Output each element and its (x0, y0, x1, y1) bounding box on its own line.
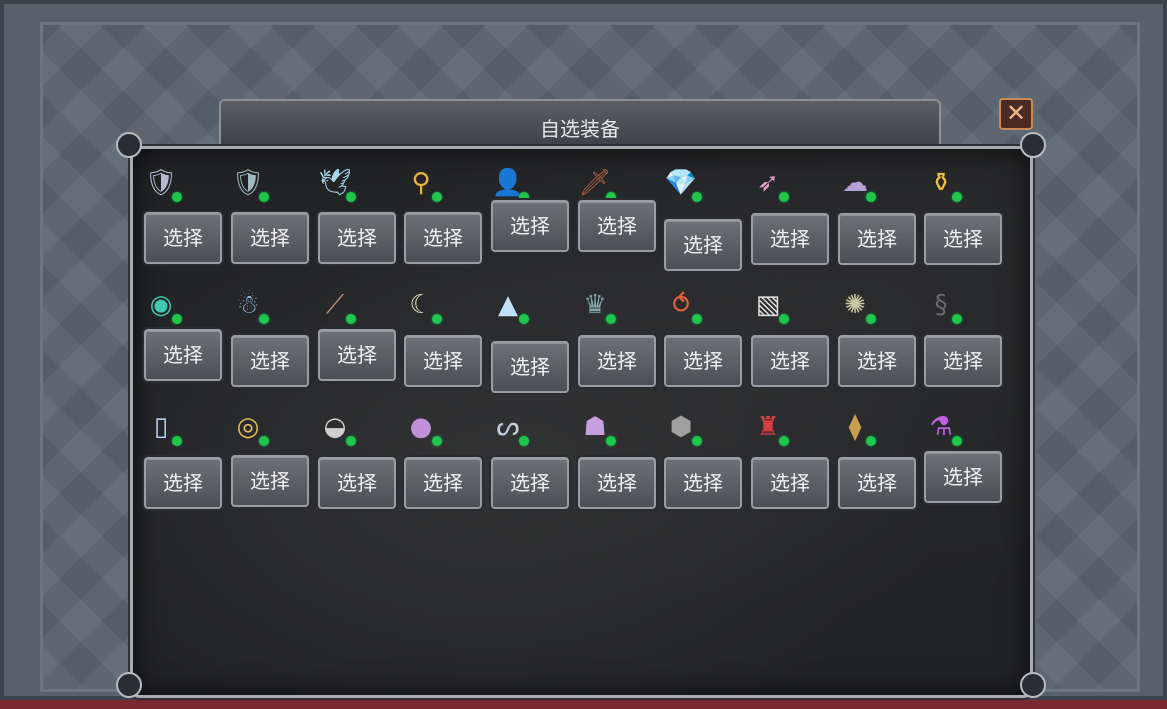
select-button[interactable]: 选择 (318, 457, 396, 509)
available-indicator (606, 314, 616, 324)
corner-ornament (1020, 132, 1046, 158)
available-indicator (346, 436, 356, 446)
select-button[interactable]: 选择 (491, 457, 569, 509)
available-indicator (259, 436, 269, 446)
bottom-strip (0, 700, 1167, 709)
available-indicator (346, 314, 356, 324)
select-button[interactable]: 选择 (838, 457, 916, 509)
select-button[interactable]: 选择 (578, 335, 656, 387)
available-indicator (952, 192, 962, 202)
select-button[interactable]: 选择 (751, 213, 829, 265)
select-button[interactable]: 选择 (578, 200, 656, 252)
select-button[interactable]: 选择 (404, 212, 482, 264)
select-button[interactable]: 选择 (404, 457, 482, 509)
available-indicator (172, 192, 182, 202)
select-button[interactable]: 选择 (664, 335, 742, 387)
select-button[interactable]: 选择 (231, 455, 309, 507)
available-indicator (692, 314, 702, 324)
available-indicator (779, 192, 789, 202)
select-button[interactable]: 选择 (924, 451, 1002, 503)
dialog-title-bar: 自选装备 (219, 99, 941, 149)
available-indicator (432, 192, 442, 202)
available-indicator (692, 192, 702, 202)
available-indicator (866, 192, 876, 202)
select-button[interactable]: 选择 (838, 335, 916, 387)
select-button[interactable]: 选择 (491, 341, 569, 393)
select-button[interactable]: 选择 (664, 219, 742, 271)
available-indicator (952, 436, 962, 446)
select-button[interactable]: 选择 (144, 329, 222, 381)
select-button[interactable]: 选择 (144, 212, 222, 264)
select-button[interactable]: 选择 (838, 213, 916, 265)
select-button[interactable]: 选择 (144, 457, 222, 509)
available-indicator (866, 436, 876, 446)
available-indicator (259, 314, 269, 324)
select-button[interactable]: 选择 (924, 213, 1002, 265)
available-indicator (432, 314, 442, 324)
close-button[interactable]: ✕ (999, 98, 1033, 130)
available-indicator (432, 436, 442, 446)
dialog-title: 自选装备 (540, 117, 620, 141)
available-indicator (519, 436, 529, 446)
available-indicator (692, 436, 702, 446)
corner-ornament (1020, 672, 1046, 698)
select-button[interactable]: 选择 (578, 457, 656, 509)
available-indicator (779, 436, 789, 446)
select-button[interactable]: 选择 (318, 329, 396, 381)
select-button[interactable]: 选择 (924, 335, 1002, 387)
corner-ornament (116, 672, 142, 698)
available-indicator (866, 314, 876, 324)
select-button[interactable]: 选择 (404, 335, 482, 387)
corner-ornament (116, 132, 142, 158)
select-button[interactable]: 选择 (664, 457, 742, 509)
select-button[interactable]: 选择 (231, 335, 309, 387)
available-indicator (952, 314, 962, 324)
select-button[interactable]: 选择 (231, 212, 309, 264)
available-indicator (606, 436, 616, 446)
available-indicator (519, 314, 529, 324)
available-indicator (172, 436, 182, 446)
available-indicator (172, 314, 182, 324)
available-indicator (259, 192, 269, 202)
available-indicator (779, 314, 789, 324)
select-button[interactable]: 选择 (751, 335, 829, 387)
select-button[interactable]: 选择 (751, 457, 829, 509)
available-indicator (346, 192, 356, 202)
select-button[interactable]: 选择 (491, 200, 569, 252)
select-button[interactable]: 选择 (318, 212, 396, 264)
